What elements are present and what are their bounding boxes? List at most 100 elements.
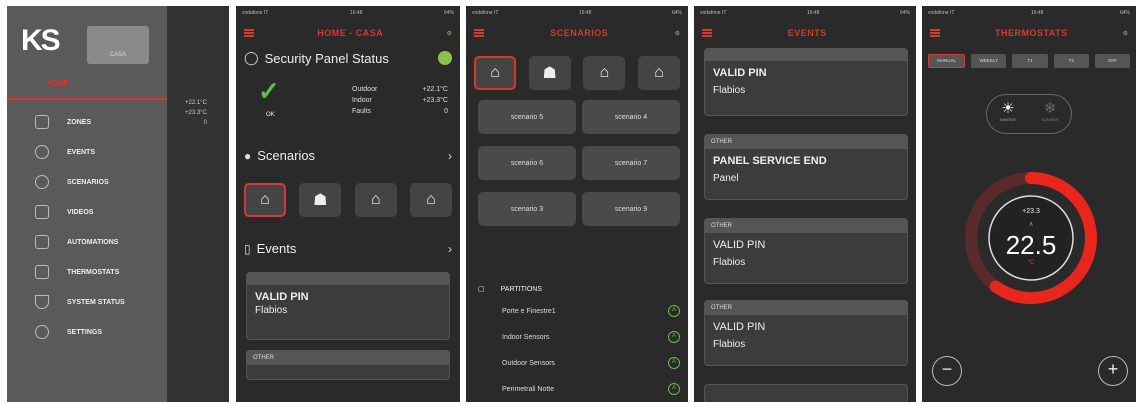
event-card[interactable]: VALID PIN Flabios — [246, 272, 450, 340]
section-title: Scenarios — [257, 148, 316, 163]
partition-status-icon: A — [668, 357, 680, 369]
automations-icon — [35, 235, 49, 249]
scenarios-icon: ● — [244, 148, 252, 163]
scenario-button[interactable]: scenario 3 — [478, 192, 576, 226]
mode-tab-weekly[interactable]: WEEKLY — [971, 54, 1007, 68]
status-bar: vodafone IT 16:48 64% — [922, 6, 1136, 20]
event-subtitle: Flabios — [713, 85, 746, 96]
events-header[interactable]: ▯ Events › — [236, 235, 460, 262]
scenario-home-full-button[interactable]: ☗ — [299, 183, 342, 217]
partition-row[interactable]: Indoor Sensors A — [466, 324, 688, 350]
power-status-icon — [438, 51, 452, 65]
zones-icon — [35, 115, 49, 129]
hamburger-menu-icon[interactable] — [244, 29, 254, 37]
carrier-label: vodafone IT — [700, 10, 727, 16]
partition-row[interactable]: Porte e Finestre1 A — [466, 298, 688, 324]
menu-home-item[interactable]: HOME — [47, 80, 68, 87]
scenario-home-door-button[interactable]: ⌂ — [354, 183, 397, 217]
hamburger-menu-icon[interactable] — [474, 29, 484, 37]
thermostat-dial[interactable]: +23.3 ∧ 22.5 °C — [963, 170, 1099, 306]
scenario-home-door-button[interactable]: ⌂ — [583, 56, 626, 90]
security-panel-header[interactable]: ◯ Security Panel Status — [236, 46, 460, 70]
time-label: 16:48 — [349, 10, 363, 16]
mode-tab-manual[interactable]: MANUAL — [928, 54, 966, 68]
status-bar: vodafone IT 16:48 64% — [236, 6, 460, 20]
scenario-button[interactable]: scenario 9 — [582, 192, 680, 226]
logout-icon[interactable]: ⚙ — [447, 30, 452, 37]
scenario-button[interactable]: scenario 6 — [478, 146, 576, 180]
scenario-home-open-button[interactable]: ⌂ — [409, 183, 452, 217]
status-bar: vodafone IT 16:48 64% — [466, 6, 688, 20]
hamburger-menu-icon[interactable] — [930, 29, 940, 37]
event-card[interactable] — [704, 384, 908, 402]
scenario-button[interactable]: scenario 4 — [582, 100, 680, 134]
time-label: 16:48 — [806, 10, 820, 16]
event-category: OTHER — [253, 355, 274, 361]
battery-label: 64% — [1119, 10, 1130, 16]
nav-bar: HOME - CASA ⚙ — [236, 20, 460, 46]
menu-item-automations[interactable]: AUTOMATIONS — [35, 230, 118, 254]
status-bar: vodafone IT 16:48 64% — [694, 6, 916, 20]
event-title: VALID PIN — [713, 67, 767, 79]
menu-item-zones[interactable]: ZONES — [35, 110, 91, 134]
mode-tab-off[interactable]: OFF — [1094, 54, 1131, 68]
menu-item-scenarios[interactable]: SCENARIOS — [35, 170, 109, 194]
page-title: HOME - CASA — [317, 28, 384, 38]
menu-item-videos[interactable]: VIDEOS — [35, 200, 93, 224]
mode-tab-t2[interactable]: T2 — [1053, 54, 1089, 68]
mode-tabs: MANUAL WEEKLY T1 T2 OFF — [922, 46, 1136, 68]
menu-item-settings[interactable]: SETTINGS — [35, 320, 102, 344]
faults-label: Faults — [352, 108, 372, 115]
event-title: PANEL SERVICE END — [713, 155, 827, 167]
scenario-button[interactable]: scenario 7 — [582, 146, 680, 180]
mode-tab-t1[interactable]: T1 — [1012, 54, 1048, 68]
chevron-right-icon: › — [448, 241, 452, 256]
scenarios-header[interactable]: ● Scenarios › — [236, 142, 460, 169]
user-button[interactable]: CASA — [87, 26, 149, 64]
event-card[interactable]: OTHER VALID PIN Flabios — [704, 218, 908, 284]
event-card[interactable]: VALID PIN Flabios — [704, 48, 908, 116]
nav-bar: EVENTS ⚙ — [694, 20, 916, 46]
ks-logo: KS — [21, 24, 61, 57]
season-toggle[interactable]: ☀ WINTER ❄ SUMMER — [986, 94, 1072, 134]
scenarios-icon — [35, 175, 49, 189]
scenario-home-button[interactable]: ⌂ — [474, 56, 516, 90]
partition-status-icon: A — [668, 383, 680, 395]
scenario-home-full-button[interactable]: ☗ — [528, 56, 571, 90]
behind-faults: 0 — [203, 120, 207, 126]
event-card[interactable]: OTHER — [246, 350, 450, 380]
event-card[interactable]: OTHER VALID PIN Flabios — [704, 300, 908, 366]
menu-item-system-status[interactable]: SYSTEM STATUS — [35, 290, 125, 314]
partition-name: Indoor Sensors — [502, 333, 550, 341]
season-label: SUMMER — [1041, 117, 1059, 122]
partition-status-icon: A — [668, 305, 680, 317]
menu-item-label: EVENTS — [67, 148, 96, 156]
section-title: Security Panel Status — [264, 50, 389, 66]
outdoor-label: Outdoor — [352, 86, 378, 93]
scenario-home-button[interactable]: ⌂ — [244, 183, 286, 217]
page-title: SCENARIOS — [550, 28, 609, 38]
partition-row[interactable]: Perimetrali Notte A — [466, 376, 688, 402]
logout-icon[interactable]: ⚙ — [1123, 30, 1128, 37]
decrease-button[interactable]: − — [932, 356, 962, 386]
behind-temp-indoor: +23.3°C — [185, 110, 207, 116]
partition-row[interactable]: Outdoor Sensors A — [466, 350, 688, 376]
carrier-label: vodafone IT — [472, 10, 499, 16]
menu-item-thermostats[interactable]: THERMOSTATS — [35, 260, 119, 284]
event-title: VALID PIN — [713, 321, 766, 333]
faults-value: 0 — [444, 108, 448, 115]
scenario-home-open-button[interactable]: ⌂ — [637, 56, 680, 90]
home-screen: vodafone IT 16:48 64% HOME - CASA ⚙ ◯ Secur… — [236, 6, 460, 402]
logout-icon[interactable]: ⚙ — [675, 30, 680, 37]
menu-item-label: SYSTEM STATUS — [67, 298, 125, 306]
event-category: OTHER — [711, 223, 732, 229]
hamburger-menu-icon[interactable] — [702, 29, 712, 37]
increase-button[interactable]: + — [1098, 356, 1128, 386]
thermostats-screen: vodafone IT 16:48 64% THERMOSTATS ⚙ MANUAL… — [922, 6, 1136, 402]
indoor-value: +23.3°C — [422, 97, 448, 104]
event-card[interactable]: OTHER PANEL SERVICE END Panel — [704, 134, 908, 200]
scenario-button[interactable]: scenario 5 — [478, 100, 576, 134]
menu-item-events[interactable]: EVENTS — [35, 140, 95, 164]
menu-item-label: ZONES — [67, 118, 92, 126]
menu-screen: +22.1°C +23.3°C 0 KS CASA HOME ZONES EVE… — [7, 6, 229, 402]
